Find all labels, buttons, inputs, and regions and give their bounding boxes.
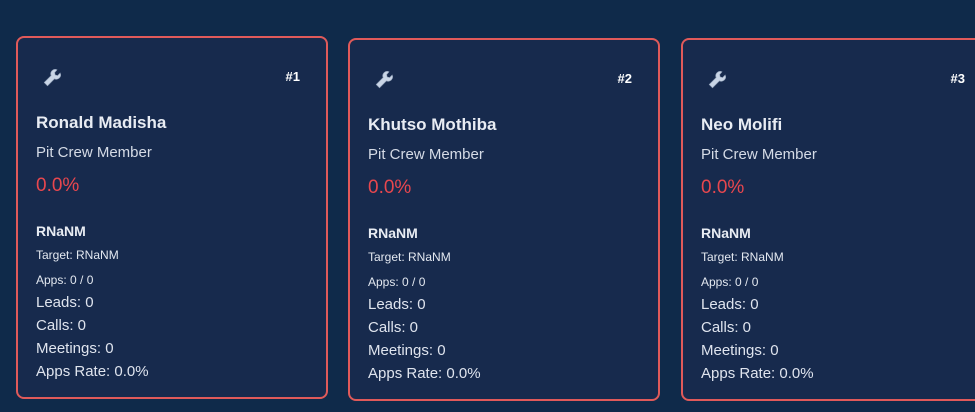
- apps-rate: Apps Rate: 0.0%: [36, 363, 149, 380]
- meetings-count: Meetings: 0: [36, 340, 114, 357]
- leaderboard-panel: #1 Ronald Madisha Pit Crew Member 0.0% R…: [0, 0, 975, 412]
- crew-card[interactable]: #3 Neo Molifi Pit Crew Member 0.0% RNaNM…: [681, 38, 975, 401]
- revenue-value: RNaNM: [36, 223, 86, 239]
- revenue-value: RNaNM: [701, 225, 751, 241]
- wrench-icon: [708, 71, 726, 89]
- progress-percent: 0.0%: [368, 177, 412, 198]
- leads-count: Leads: 0: [36, 294, 94, 311]
- meetings-count: Meetings: 0: [701, 342, 779, 359]
- apps-rate: Apps Rate: 0.0%: [701, 365, 814, 382]
- member-name: Khutso Mothiba: [368, 115, 497, 134]
- revenue-value: RNaNM: [368, 225, 418, 241]
- crew-card[interactable]: #1 Ronald Madisha Pit Crew Member 0.0% R…: [16, 36, 328, 399]
- member-role: Pit Crew Member: [368, 146, 484, 163]
- apps-count: Apps: 0 / 0: [368, 275, 426, 289]
- calls-count: Calls: 0: [368, 319, 419, 336]
- leads-count: Leads: 0: [368, 296, 426, 313]
- target-text: Target: RNaNM: [36, 248, 119, 262]
- progress-percent: 0.0%: [701, 177, 745, 198]
- member-role: Pit Crew Member: [701, 146, 817, 163]
- leads-count: Leads: 0: [701, 296, 759, 313]
- wrench-icon: [375, 71, 393, 89]
- progress-percent: 0.0%: [36, 175, 80, 196]
- target-text: Target: RNaNM: [368, 250, 451, 264]
- apps-count: Apps: 0 / 0: [36, 273, 94, 287]
- rank-badge: #2: [617, 71, 632, 86]
- member-role: Pit Crew Member: [36, 144, 152, 161]
- wrench-icon: [43, 69, 61, 87]
- calls-count: Calls: 0: [36, 317, 87, 334]
- meetings-count: Meetings: 0: [368, 342, 446, 359]
- target-text: Target: RNaNM: [701, 250, 784, 264]
- calls-count: Calls: 0: [701, 319, 752, 336]
- member-name: Neo Molifi: [701, 115, 783, 134]
- rank-badge: #1: [285, 69, 300, 84]
- member-name: Ronald Madisha: [36, 113, 167, 132]
- apps-count: Apps: 0 / 0: [701, 275, 759, 289]
- rank-badge: #3: [950, 71, 965, 86]
- crew-card[interactable]: #2 Khutso Mothiba Pit Crew Member 0.0% R…: [348, 38, 660, 401]
- apps-rate: Apps Rate: 0.0%: [368, 365, 481, 382]
